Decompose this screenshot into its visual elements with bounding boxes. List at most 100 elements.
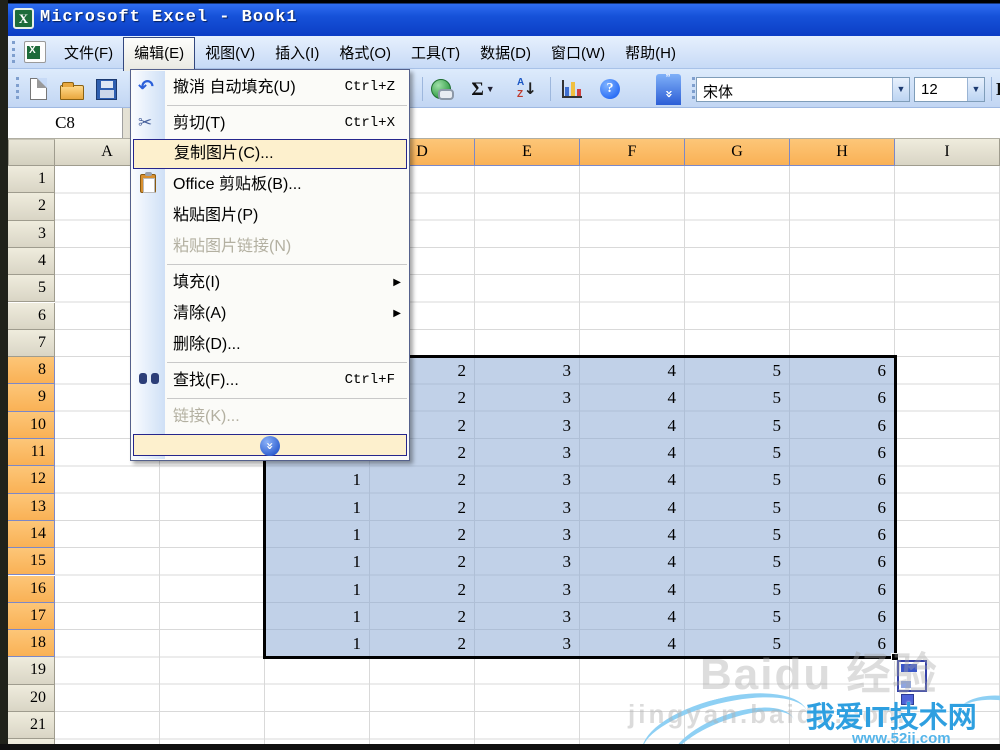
chevron-double-down-icon: » — [661, 89, 677, 99]
menu-帮助(H)[interactable]: 帮助(H) — [615, 38, 686, 67]
toolbar-separator — [991, 77, 992, 101]
menu-插入(I)[interactable]: 插入(I) — [265, 38, 329, 67]
row-header-21[interactable]: 21 — [8, 712, 55, 740]
title-bar: X Microsoft Excel - Book1 — [0, 0, 1000, 36]
row-header-15[interactable]: 15 — [8, 548, 55, 576]
help-button[interactable]: ? — [596, 75, 624, 103]
help-icon: ? — [600, 79, 620, 99]
open-folder-icon — [60, 81, 84, 100]
hyperlink-icon — [431, 79, 454, 100]
row-header-10[interactable]: 10 — [8, 411, 55, 439]
menu-item-复制图片(C)[interactable]: 复制图片(C)... — [133, 139, 407, 169]
row-header-7[interactable]: 7 — [8, 329, 55, 358]
chart-wizard-icon — [562, 80, 582, 98]
sort-descending-icon: A Z ↓ — [517, 77, 537, 100]
menu-item-剪切(T)[interactable]: ✂ 剪切(T) Ctrl+X — [131, 108, 409, 139]
bold-button[interactable]: B — [996, 79, 1000, 100]
column-header-H[interactable]: H — [790, 139, 895, 166]
font-dropdown-icon[interactable]: ▼ — [892, 78, 909, 101]
menu-bar: 文件(F)编辑(E)视图(V)插入(I)格式(O)工具(T)数据(D)窗口(W)… — [8, 36, 1000, 71]
font-size-combobox[interactable]: 12 ▼ — [914, 77, 985, 102]
menu-item-查找(F)[interactable]: 查找(F)... Ctrl+F — [131, 365, 409, 396]
row-header-5[interactable]: 5 — [8, 275, 55, 303]
sort-descending-button[interactable]: A Z ↓ — [513, 75, 541, 103]
select-all-corner[interactable] — [8, 139, 55, 166]
menu-item-删除(D)[interactable]: 删除(D)... — [131, 329, 409, 360]
row-header-3[interactable]: 3 — [8, 220, 55, 248]
row-header-11[interactable]: 11 — [8, 439, 55, 467]
toolbar-options-dots: ” — [665, 73, 672, 84]
menu-shortcut: Ctrl+Z — [344, 79, 395, 95]
menu-item-粘贴图片(P)[interactable]: 粘贴图片(P) — [131, 200, 409, 231]
row-header-8[interactable]: 8 — [8, 357, 55, 385]
menu-item-粘贴图片链接(N): 粘贴图片链接(N) — [173, 238, 292, 255]
submenu-arrow-icon: ▶ — [393, 308, 401, 319]
name-box[interactable]: C8 — [8, 108, 123, 138]
menu-expand-button[interactable]: » — [133, 434, 407, 456]
menu-separator — [167, 264, 407, 265]
font-size-dropdown-icon[interactable]: ▼ — [967, 78, 984, 101]
toolbar-options-button[interactable]: ” » — [656, 74, 681, 105]
screen-bottom-edge — [0, 744, 1000, 750]
save-button[interactable] — [92, 75, 120, 103]
column-header-E[interactable]: E — [475, 139, 580, 166]
hyperlink-button[interactable] — [427, 75, 455, 103]
row-header-12[interactable]: 12 — [8, 466, 55, 494]
screen-left-edge — [0, 0, 8, 750]
scissors-icon: ✂ — [138, 113, 153, 133]
autosum-icon: Σ — [471, 78, 484, 100]
menu-shortcut: Ctrl+X — [344, 115, 395, 131]
toolbar-grip[interactable] — [16, 77, 22, 99]
font-name-combobox[interactable]: 宋体 ▼ — [696, 77, 910, 102]
font-name-value: 宋体 — [703, 84, 734, 101]
row-header-14[interactable]: 14 — [8, 520, 55, 549]
row-header-13[interactable]: 13 — [8, 493, 55, 521]
baidu-watermark: Baidu 经验 — [700, 650, 939, 699]
new-document-icon — [29, 78, 47, 100]
row-header-9[interactable]: 9 — [8, 384, 55, 412]
row-header-20[interactable]: 20 — [8, 684, 55, 712]
workbook-icon — [24, 41, 46, 63]
autosum-dropdown-icon[interactable]: ▼ — [486, 84, 495, 94]
excel-icon: X — [13, 8, 34, 29]
menu-item-撤消 自动填充(U)[interactable]: ↶ 撤消 自动填充(U) Ctrl+Z — [131, 72, 409, 103]
autosum-button[interactable]: Σ ▼ — [463, 75, 503, 103]
column-header-I[interactable]: I — [895, 139, 1000, 166]
menu-数据(D)[interactable]: 数据(D) — [470, 38, 541, 67]
open-button[interactable] — [58, 75, 86, 103]
row-header-2[interactable]: 2 — [8, 193, 55, 221]
row-header-17[interactable]: 17 — [8, 602, 55, 631]
toolbar-separator — [550, 77, 551, 101]
menu-item-清除(A)[interactable]: 清除(A) ▶ — [131, 298, 409, 329]
menu-separator — [167, 105, 407, 106]
row-header-19[interactable]: 19 — [8, 657, 55, 685]
edit-dropdown-menu: ↶ 撤消 自动填充(U) Ctrl+Z ✂ 剪切(T) Ctrl+X 复制图片(C)... O… — [130, 69, 410, 461]
new-document-button[interactable] — [24, 75, 52, 103]
menu-文件(F)[interactable]: 文件(F) — [54, 38, 123, 67]
save-icon — [95, 78, 117, 100]
window-title: Microsoft Excel - Book1 — [40, 8, 298, 27]
menu-item-Office 剪贴板(B)[interactable]: Office 剪贴板(B)... — [131, 169, 409, 200]
row-header-16[interactable]: 16 — [8, 575, 55, 603]
menu-窗口(W)[interactable]: 窗口(W) — [541, 38, 615, 67]
excel-window: X Microsoft Excel - Book1 文件(F)编辑(E)视图(V… — [0, 0, 1000, 750]
menu-工具(T)[interactable]: 工具(T) — [401, 38, 470, 67]
row-header-18[interactable]: 18 — [8, 630, 55, 658]
chevron-double-down-icon: » — [260, 436, 280, 456]
menu-item-填充(I)[interactable]: 填充(I) ▶ — [131, 267, 409, 298]
menu-视图(V)[interactable]: 视图(V) — [195, 38, 265, 67]
menu-separator — [167, 362, 407, 363]
column-header-G[interactable]: G — [685, 139, 790, 166]
toolbar-separator — [422, 77, 423, 101]
menu-separator — [167, 398, 407, 399]
column-header-F[interactable]: F — [580, 139, 685, 166]
row-header-4[interactable]: 4 — [8, 247, 55, 276]
menu-shortcut: Ctrl+F — [344, 372, 395, 388]
chart-wizard-button[interactable] — [558, 75, 586, 103]
menu-格式(O)[interactable]: 格式(O) — [329, 38, 401, 67]
row-header-6[interactable]: 6 — [8, 302, 55, 330]
row-header-1[interactable]: 1 — [8, 166, 55, 194]
toolbar-grip[interactable] — [12, 41, 18, 63]
site-watermark: 我爱IT技术网 — [806, 702, 977, 734]
menu-编辑(E)[interactable]: 编辑(E) — [123, 37, 196, 71]
